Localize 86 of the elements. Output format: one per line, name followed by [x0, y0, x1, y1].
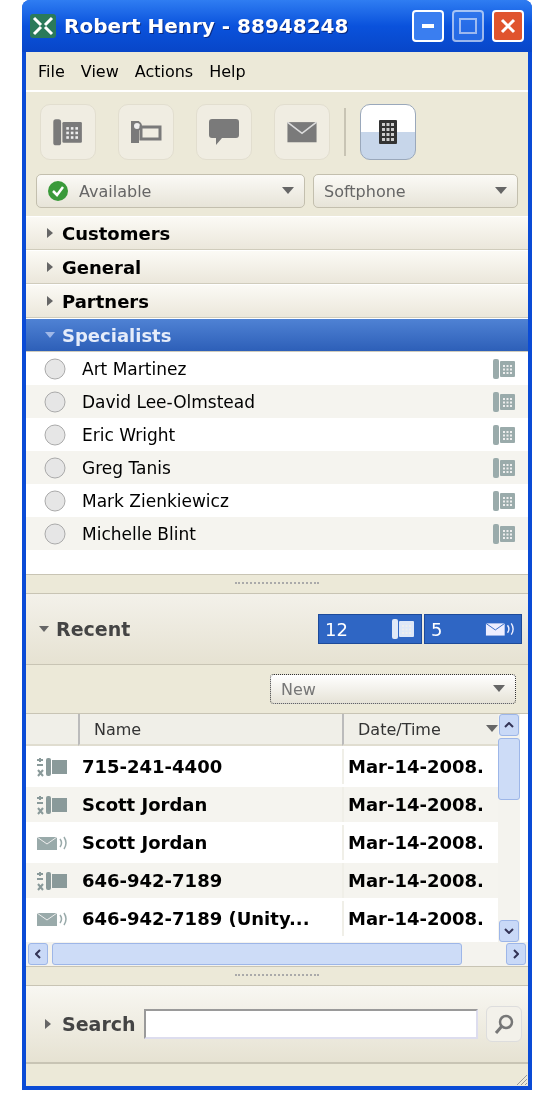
search-label: Search — [62, 1013, 136, 1035]
table-cell: Mar-14-2008. — [342, 787, 498, 822]
voicemail-icon — [485, 620, 515, 638]
contact-row[interactable]: Michelle Blint — [26, 517, 528, 550]
contact-name: David Lee-Olmstead — [82, 391, 257, 412]
envelope-icon — [286, 120, 318, 144]
speech-bubble-icon — [208, 118, 240, 146]
group-label: General — [62, 256, 142, 278]
group-header[interactable]: Specialists — [26, 318, 528, 352]
group-label: Specialists — [62, 324, 172, 346]
missed-call-icon — [35, 793, 69, 816]
caret-icon — [495, 187, 507, 195]
count-badge[interactable]: 12 — [318, 614, 422, 644]
video-camera-icon — [130, 119, 162, 145]
desk-phone-icon — [492, 390, 516, 413]
scroll-right-button[interactable] — [506, 943, 526, 965]
menu-item[interactable]: Help — [203, 61, 252, 81]
missed-call-icon — [35, 869, 69, 892]
scroll-thumb[interactable] — [498, 738, 520, 800]
presence-circle-icon — [44, 456, 66, 479]
group-header[interactable]: Customers — [26, 216, 528, 250]
search-icon — [493, 1013, 515, 1035]
contact-name: Michelle Blint — [82, 523, 197, 544]
presence-circle-icon — [44, 357, 66, 380]
caret-icon — [493, 685, 505, 693]
desk-phone-icon — [492, 489, 516, 512]
toolbar-button[interactable] — [360, 104, 416, 160]
column-header[interactable]: Name — [78, 714, 342, 746]
maximize-icon — [459, 18, 477, 34]
column-header[interactable]: Date/Time — [342, 714, 498, 746]
dialpad-icon — [379, 120, 397, 144]
table-cell: Scott Jordan — [78, 787, 342, 822]
contact-name: Greg Tanis — [82, 457, 172, 478]
table-cell: Mar-14-2008. — [342, 863, 498, 898]
down-chevron-icon — [504, 928, 514, 934]
close-button[interactable] — [492, 10, 524, 42]
close-icon — [500, 18, 516, 34]
menu-item[interactable]: Actions — [128, 61, 200, 81]
menu-item[interactable]: View — [74, 61, 125, 81]
presence-circle-icon — [44, 423, 66, 446]
group-header[interactable]: General — [26, 250, 528, 284]
app-logo-icon — [30, 14, 56, 38]
scroll-left-button[interactable] — [28, 943, 48, 965]
desk-phone-icon — [492, 522, 516, 545]
minimize-icon — [422, 24, 434, 28]
presence-circle-icon — [44, 522, 66, 545]
up-chevron-icon — [504, 722, 514, 728]
left-chevron-icon — [35, 949, 41, 959]
horizontal-scrollbar[interactable] — [26, 942, 528, 966]
checkmark-icon — [47, 180, 69, 202]
recent-label: Recent — [56, 618, 132, 640]
contact-name: Art Martinez — [82, 358, 188, 379]
desk-phone-icon — [391, 618, 415, 640]
contact-name: Eric Wright — [82, 424, 177, 445]
count-badge[interactable]: 5 — [424, 614, 522, 644]
desk-phone-icon — [492, 357, 516, 380]
caret-icon — [282, 187, 294, 195]
desk-phone-icon — [492, 456, 516, 479]
presence-dropdown[interactable]: Available — [36, 174, 305, 208]
resize-grip-icon[interactable] — [514, 1072, 528, 1086]
scroll-up-button[interactable] — [499, 714, 519, 736]
search-button[interactable] — [486, 1006, 522, 1042]
window-title: Robert Henry - 88948248 — [64, 14, 350, 38]
scroll-down-button[interactable] — [499, 920, 519, 942]
missed-call-icon — [35, 755, 69, 778]
contact-row[interactable]: David Lee-Olmstead — [26, 385, 528, 418]
contact-name: Mark Zienkiewicz — [82, 490, 230, 511]
group-label: Customers — [62, 222, 171, 244]
menu-item[interactable]: File — [32, 61, 71, 81]
presence-circle-icon — [44, 390, 66, 413]
minimize-button[interactable] — [412, 10, 444, 42]
scroll-thumb[interactable] — [52, 943, 462, 965]
vertical-scrollbar[interactable] — [498, 714, 520, 942]
right-chevron-icon — [513, 949, 519, 959]
caret-icon — [486, 725, 498, 733]
maximize-button[interactable] — [452, 10, 484, 42]
presence-circle-icon — [44, 489, 66, 512]
group-label: Partners — [62, 290, 149, 312]
device-dropdown[interactable]: Softphone — [313, 174, 518, 208]
desk-phone-icon — [52, 117, 84, 147]
contact-row[interactable]: Greg Tanis — [26, 451, 528, 484]
table-cell: 646-942-7189 — [78, 863, 342, 898]
filter-dropdown[interactable]: New — [270, 674, 516, 704]
desk-phone-icon — [492, 423, 516, 446]
search-field[interactable] — [143, 1009, 478, 1039]
group-header[interactable]: Partners — [26, 284, 528, 318]
